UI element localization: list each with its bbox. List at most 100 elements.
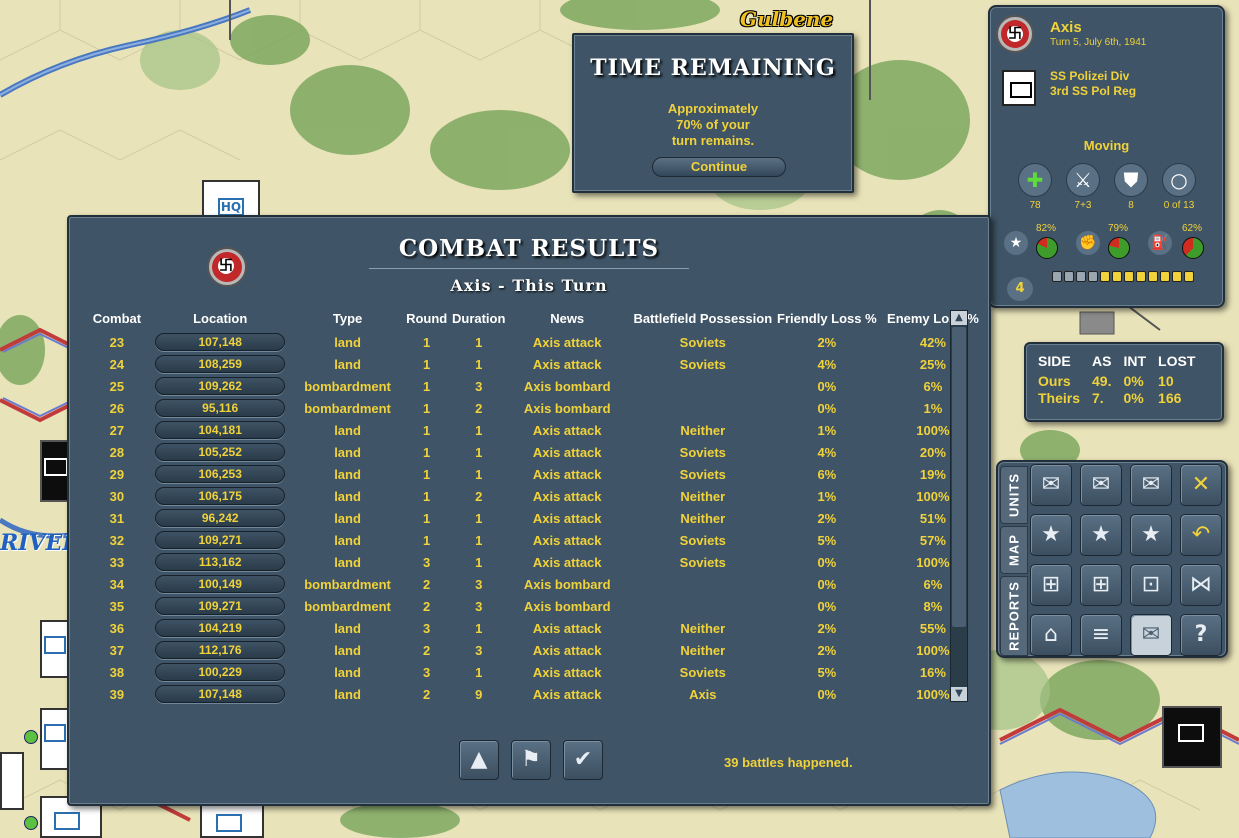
time-remaining-title: TIME REMAINING <box>590 55 836 81</box>
continue-button[interactable]: Continue <box>652 157 786 177</box>
selected-unit-counter-icon[interactable] <box>1002 70 1036 106</box>
table-row[interactable]: 28 105,252 land 1 1 Axis attack Soviets 4% 20% <box>87 441 989 463</box>
prev-star-button[interactable]: ★ <box>1030 514 1072 556</box>
location-button[interactable]: 100,229 <box>155 663 286 681</box>
table-row[interactable]: 39 107,148 land 2 9 Axis attack Axis 0% 100% <box>87 683 989 705</box>
column-header[interactable]: Duration <box>452 305 506 331</box>
table-cell: 39 <box>109 686 125 702</box>
unit-regiment-name: 3rd SS Pol Reg <box>1050 84 1137 98</box>
message-button[interactable]: ✉ <box>1130 614 1172 656</box>
map-unit-counter[interactable] <box>200 804 264 838</box>
table-row[interactable]: 31 96,242 land 1 1 Axis attack Neither 2% 51% <box>87 507 989 529</box>
table-row[interactable]: 35 109,271 bombardment 2 3 Axis bombard 0% 8% <box>87 595 989 617</box>
location-button[interactable]: 95,116 <box>155 399 286 417</box>
leader-button[interactable]: ★ <box>1130 514 1172 556</box>
location-button[interactable]: 108,259 <box>155 355 286 373</box>
next-star-button[interactable]: ★ <box>1080 514 1122 556</box>
summary-header: LOST <box>1158 353 1196 369</box>
table-row[interactable]: 32 109,271 land 1 1 Axis attack Soviets 5% 57% <box>87 529 989 551</box>
column-header[interactable]: Battlefield Possession <box>629 305 777 331</box>
location-button[interactable]: 107,148 <box>155 333 286 351</box>
location-button[interactable]: 109,271 <box>155 597 286 615</box>
column-header[interactable]: Round <box>402 305 452 331</box>
table-cell: 26 <box>109 400 125 416</box>
table-row[interactable]: 36 104,219 land 3 1 Axis attack Neither 2% 55% <box>87 617 989 639</box>
location-button[interactable]: 104,181 <box>155 421 286 439</box>
supply-percent: 62% <box>1182 223 1203 234</box>
table-cell: bombardment <box>304 378 391 394</box>
time-remaining-message: Approximately 70% of your turn remains. <box>574 101 852 149</box>
combat-toggle-button[interactable]: ✕ <box>1180 464 1222 506</box>
tab-units[interactable]: UNITS <box>1000 466 1028 524</box>
table-cell: 1 <box>475 620 483 636</box>
prev-unit-button[interactable]: ✉ <box>1030 464 1072 506</box>
collapse-up-button[interactable]: ▲ <box>459 740 499 780</box>
disband-button[interactable]: ⌂ <box>1030 614 1072 656</box>
location-button[interactable]: 113,162 <box>155 553 286 571</box>
tab-label: UNITS <box>1006 473 1022 517</box>
tab-map[interactable]: MAP <box>1000 526 1028 574</box>
location-button[interactable]: 106,175 <box>155 487 286 505</box>
map-unit-counter[interactable] <box>0 752 24 810</box>
table-cell <box>629 375 777 397</box>
map-unit-counter[interactable] <box>40 708 70 770</box>
table-cell: Neither <box>680 510 726 526</box>
hq-tree-button[interactable]: ⊞ <box>1080 564 1122 606</box>
table-row[interactable]: 33 113,162 land 3 1 Axis attack Soviets 0% 100% <box>87 551 989 573</box>
table-row[interactable]: 26 95,116 bombardment 1 2 Axis bombard 0% 1% <box>87 397 989 419</box>
table-row[interactable]: 34 100,149 bombardment 2 3 Axis bombard 0% 6% <box>87 573 989 595</box>
title-divider <box>369 268 689 269</box>
table-cell: Axis attack <box>532 466 602 482</box>
location-button[interactable]: 112,176 <box>155 641 286 659</box>
ok-button[interactable]: ✔ <box>563 740 603 780</box>
location-button[interactable]: 109,262 <box>155 377 286 395</box>
table-row[interactable]: 24 108,259 land 1 1 Axis attack Soviets 4% 25% <box>87 353 989 375</box>
table-cell: 37 <box>109 642 125 658</box>
location-button[interactable]: 106,253 <box>155 465 286 483</box>
reinforce-button[interactable]: ≡ <box>1080 614 1122 656</box>
table-row[interactable]: 38 100,229 land 3 1 Axis attack Soviets 5% 16% <box>87 661 989 683</box>
column-header[interactable]: Location <box>147 305 294 331</box>
org-chart-button[interactable]: ⊞ <box>1030 564 1072 606</box>
unit-list-button[interactable]: ✉ <box>1130 464 1172 506</box>
table-cell: 1 <box>475 664 483 680</box>
tab-reports[interactable]: REPORTS <box>1000 576 1028 656</box>
scroll-thumb[interactable] <box>952 327 966 627</box>
table-cell: 2 <box>423 598 431 614</box>
next-unit-button[interactable]: ✉ <box>1080 464 1122 506</box>
scroll-down-arrow-icon[interactable]: ▼ <box>951 687 967 701</box>
column-header[interactable]: Type <box>294 305 402 331</box>
column-header[interactable]: Combat <box>87 305 147 331</box>
table-cell: 1 <box>423 422 431 438</box>
location-button[interactable]: 105,252 <box>155 443 286 461</box>
table-row[interactable]: 27 104,181 land 1 1 Axis attack Neither 1% 100% <box>87 419 989 441</box>
attack-value: 7+3 <box>1074 200 1092 211</box>
table-row[interactable]: 25 109,262 bombardment 1 3 Axis bombard 0% 6% <box>87 375 989 397</box>
table-cell: Axis bombard <box>523 378 611 394</box>
map-unit-counter[interactable] <box>40 620 70 678</box>
location-button[interactable]: 96,242 <box>155 509 286 527</box>
location-button[interactable]: 100,149 <box>155 575 286 593</box>
flag-button[interactable]: ⚑ <box>511 740 551 780</box>
time-remaining-line: 70% of your <box>676 117 750 132</box>
experience-pie <box>1036 237 1058 259</box>
column-header[interactable]: Enemy Loss % <box>877 305 989 331</box>
location-button[interactable]: 104,219 <box>155 619 286 637</box>
scroll-up-arrow-icon[interactable]: ▲ <box>951 311 967 325</box>
column-header[interactable]: Friendly Loss % <box>777 305 877 331</box>
table-row[interactable]: 30 106,175 land 1 2 Axis attack Neither 1% 100% <box>87 485 989 507</box>
merge-units-button[interactable]: ⋈ <box>1180 564 1222 606</box>
table-row[interactable]: 23 107,148 land 1 1 Axis attack Soviets 2% 42% <box>87 331 989 353</box>
column-header[interactable]: News <box>506 305 629 331</box>
undo-move-button[interactable]: ↶ <box>1180 514 1222 556</box>
location-button[interactable]: 109,271 <box>155 531 286 549</box>
table-cell: 38 <box>109 664 125 680</box>
table-cell: 6% <box>817 466 837 482</box>
help-button[interactable]: ? <box>1180 614 1222 656</box>
armor-list-button[interactable]: ⊡ <box>1130 564 1172 606</box>
map-unit-counter-selected[interactable] <box>1162 706 1222 768</box>
table-row[interactable]: 29 106,253 land 1 1 Axis attack Soviets 6% 19% <box>87 463 989 485</box>
results-scrollbar[interactable]: ▲ ▼ <box>950 310 968 702</box>
location-button[interactable]: 107,148 <box>155 685 286 703</box>
table-row[interactable]: 37 112,176 land 2 3 Axis attack Neither 2% 100% <box>87 639 989 661</box>
